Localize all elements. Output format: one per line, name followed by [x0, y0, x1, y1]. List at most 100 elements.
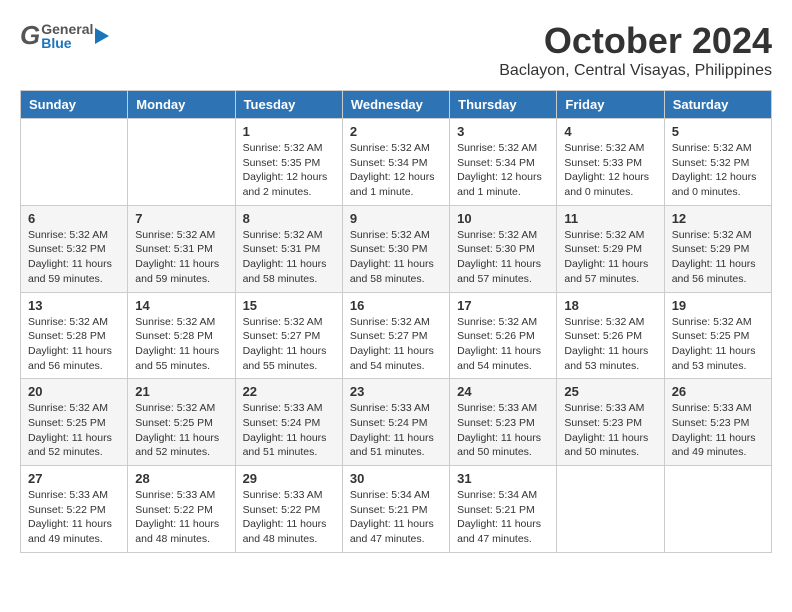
- calendar-day-cell: 31 Sunrise: 5:34 AM Sunset: 5:21 PM Dayli…: [450, 466, 557, 553]
- day-info: Sunrise: 5:33 AM Sunset: 5:22 PM Dayligh…: [28, 488, 120, 547]
- day-number: 23: [350, 384, 442, 399]
- calendar-day-cell: 17 Sunrise: 5:32 AM Sunset: 5:26 PM Dayli…: [450, 292, 557, 379]
- calendar-week-row: 13 Sunrise: 5:32 AM Sunset: 5:28 PM Dayli…: [21, 292, 772, 379]
- day-number: 10: [457, 211, 549, 226]
- calendar-day-header: Friday: [557, 91, 664, 119]
- day-info: Sunrise: 5:32 AM Sunset: 5:25 PM Dayligh…: [135, 401, 227, 460]
- logo-arrow-icon: [95, 28, 109, 44]
- day-info: Sunrise: 5:32 AM Sunset: 5:31 PM Dayligh…: [243, 228, 335, 287]
- day-number: 20: [28, 384, 120, 399]
- calendar-header-row: SundayMondayTuesdayWednesdayThursdayFrid…: [21, 91, 772, 119]
- calendar-day-cell: 30 Sunrise: 5:34 AM Sunset: 5:21 PM Dayli…: [342, 466, 449, 553]
- day-number: 9: [350, 211, 442, 226]
- day-info: Sunrise: 5:32 AM Sunset: 5:27 PM Dayligh…: [243, 315, 335, 374]
- day-number: 30: [350, 471, 442, 486]
- day-number: 2: [350, 124, 442, 139]
- day-number: 1: [243, 124, 335, 139]
- day-number: 18: [564, 298, 656, 313]
- day-number: 16: [350, 298, 442, 313]
- calendar-week-row: 1Sunrise: 5:32 AM Sunset: 5:35 PM Daylig…: [21, 119, 772, 206]
- day-info: Sunrise: 5:34 AM Sunset: 5:21 PM Dayligh…: [350, 488, 442, 547]
- calendar-day-cell: [664, 466, 771, 553]
- day-info: Sunrise: 5:32 AM Sunset: 5:31 PM Dayligh…: [135, 228, 227, 287]
- day-info: Sunrise: 5:32 AM Sunset: 5:32 PM Dayligh…: [28, 228, 120, 287]
- calendar-day-cell: 28Sunrise: 5:33 AM Sunset: 5:22 PM Dayli…: [128, 466, 235, 553]
- day-info: Sunrise: 5:33 AM Sunset: 5:24 PM Dayligh…: [350, 401, 442, 460]
- calendar-day-cell: 5Sunrise: 5:32 AM Sunset: 5:32 PM Daylig…: [664, 119, 771, 206]
- day-info: Sunrise: 5:32 AM Sunset: 5:27 PM Dayligh…: [350, 315, 442, 374]
- day-number: 21: [135, 384, 227, 399]
- day-info: Sunrise: 5:33 AM Sunset: 5:23 PM Dayligh…: [672, 401, 764, 460]
- calendar-day-cell: 4Sunrise: 5:32 AM Sunset: 5:33 PM Daylig…: [557, 119, 664, 206]
- calendar-day-header: Tuesday: [235, 91, 342, 119]
- day-info: Sunrise: 5:33 AM Sunset: 5:23 PM Dayligh…: [564, 401, 656, 460]
- calendar-day-header: Thursday: [450, 91, 557, 119]
- calendar-day-cell: 14 Sunrise: 5:32 AM Sunset: 5:28 PM Dayli…: [128, 292, 235, 379]
- day-number: 27: [28, 471, 120, 486]
- day-info: Sunrise: 5:32 AM Sunset: 5:29 PM Dayligh…: [672, 228, 764, 287]
- calendar-day-header: Monday: [128, 91, 235, 119]
- day-info: Sunrise: 5:32 AM Sunset: 5:26 PM Dayligh…: [457, 315, 549, 374]
- day-number: 24: [457, 384, 549, 399]
- logo-blue: Blue: [41, 36, 93, 50]
- calendar-week-row: 6 Sunrise: 5:32 AM Sunset: 5:32 PM Daylig…: [21, 205, 772, 292]
- calendar-day-cell: 16 Sunrise: 5:32 AM Sunset: 5:27 PM Dayli…: [342, 292, 449, 379]
- day-number: 7: [135, 211, 227, 226]
- day-number: 6: [28, 211, 120, 226]
- day-info: Sunrise: 5:33 AM Sunset: 5:24 PM Dayligh…: [243, 401, 335, 460]
- calendar-day-cell: 12 Sunrise: 5:32 AM Sunset: 5:29 PM Dayli…: [664, 205, 771, 292]
- day-number: 15: [243, 298, 335, 313]
- calendar-day-cell: 13 Sunrise: 5:32 AM Sunset: 5:28 PM Dayli…: [21, 292, 128, 379]
- day-number: 13: [28, 298, 120, 313]
- month-title: October 2024: [499, 20, 772, 62]
- calendar-day-cell: 8 Sunrise: 5:32 AM Sunset: 5:31 PM Daylig…: [235, 205, 342, 292]
- calendar-day-cell: [128, 119, 235, 206]
- day-number: 14: [135, 298, 227, 313]
- logo-g: G: [20, 20, 40, 51]
- calendar-day-cell: 19Sunrise: 5:32 AM Sunset: 5:25 PM Dayli…: [664, 292, 771, 379]
- day-number: 3: [457, 124, 549, 139]
- day-number: 25: [564, 384, 656, 399]
- location-title: Baclayon, Central Visayas, Philippines: [499, 62, 772, 80]
- day-info: Sunrise: 5:32 AM Sunset: 5:30 PM Dayligh…: [350, 228, 442, 287]
- calendar-day-cell: 10Sunrise: 5:32 AM Sunset: 5:30 PM Dayli…: [450, 205, 557, 292]
- day-number: 17: [457, 298, 549, 313]
- calendar-day-header: Saturday: [664, 91, 771, 119]
- day-info: Sunrise: 5:32 AM Sunset: 5:34 PM Dayligh…: [350, 141, 442, 200]
- day-number: 31: [457, 471, 549, 486]
- day-info: Sunrise: 5:32 AM Sunset: 5:32 PM Dayligh…: [672, 141, 764, 200]
- calendar-day-cell: 27 Sunrise: 5:33 AM Sunset: 5:22 PM Dayli…: [21, 466, 128, 553]
- calendar-day-cell: 21 Sunrise: 5:32 AM Sunset: 5:25 PM Dayli…: [128, 379, 235, 466]
- day-number: 22: [243, 384, 335, 399]
- calendar-table: SundayMondayTuesdayWednesdayThursdayFrid…: [20, 90, 772, 553]
- calendar-day-cell: 2 Sunrise: 5:32 AM Sunset: 5:34 PM Daylig…: [342, 119, 449, 206]
- calendar-day-cell: 23 Sunrise: 5:33 AM Sunset: 5:24 PM Dayli…: [342, 379, 449, 466]
- day-info: Sunrise: 5:33 AM Sunset: 5:22 PM Dayligh…: [243, 488, 335, 547]
- calendar-day-header: Wednesday: [342, 91, 449, 119]
- day-number: 8: [243, 211, 335, 226]
- day-number: 11: [564, 211, 656, 226]
- day-info: Sunrise: 5:32 AM Sunset: 5:28 PM Dayligh…: [135, 315, 227, 374]
- calendar-day-cell: 24 Sunrise: 5:33 AM Sunset: 5:23 PM Dayli…: [450, 379, 557, 466]
- calendar-day-cell: 11Sunrise: 5:32 AM Sunset: 5:29 PM Dayli…: [557, 205, 664, 292]
- calendar-body: 1Sunrise: 5:32 AM Sunset: 5:35 PM Daylig…: [21, 119, 772, 553]
- day-number: 26: [672, 384, 764, 399]
- calendar-day-cell: 22 Sunrise: 5:33 AM Sunset: 5:24 PM Dayli…: [235, 379, 342, 466]
- day-info: Sunrise: 5:32 AM Sunset: 5:25 PM Dayligh…: [672, 315, 764, 374]
- day-info: Sunrise: 5:32 AM Sunset: 5:25 PM Dayligh…: [28, 401, 120, 460]
- day-number: 4: [564, 124, 656, 139]
- calendar-day-cell: [21, 119, 128, 206]
- calendar-week-row: 20 Sunrise: 5:32 AM Sunset: 5:25 PM Dayli…: [21, 379, 772, 466]
- day-info: Sunrise: 5:34 AM Sunset: 5:21 PM Dayligh…: [457, 488, 549, 547]
- day-number: 28: [135, 471, 227, 486]
- day-info: Sunrise: 5:33 AM Sunset: 5:23 PM Dayligh…: [457, 401, 549, 460]
- calendar-day-cell: 26 Sunrise: 5:33 AM Sunset: 5:23 PM Dayli…: [664, 379, 771, 466]
- calendar-day-header: Sunday: [21, 91, 128, 119]
- calendar-day-cell: 18 Sunrise: 5:32 AM Sunset: 5:26 PM Dayli…: [557, 292, 664, 379]
- calendar-day-cell: 9 Sunrise: 5:32 AM Sunset: 5:30 PM Daylig…: [342, 205, 449, 292]
- day-info: Sunrise: 5:32 AM Sunset: 5:26 PM Dayligh…: [564, 315, 656, 374]
- day-number: 12: [672, 211, 764, 226]
- day-info: Sunrise: 5:32 AM Sunset: 5:28 PM Dayligh…: [28, 315, 120, 374]
- day-number: 29: [243, 471, 335, 486]
- calendar-day-cell: 7 Sunrise: 5:32 AM Sunset: 5:31 PM Daylig…: [128, 205, 235, 292]
